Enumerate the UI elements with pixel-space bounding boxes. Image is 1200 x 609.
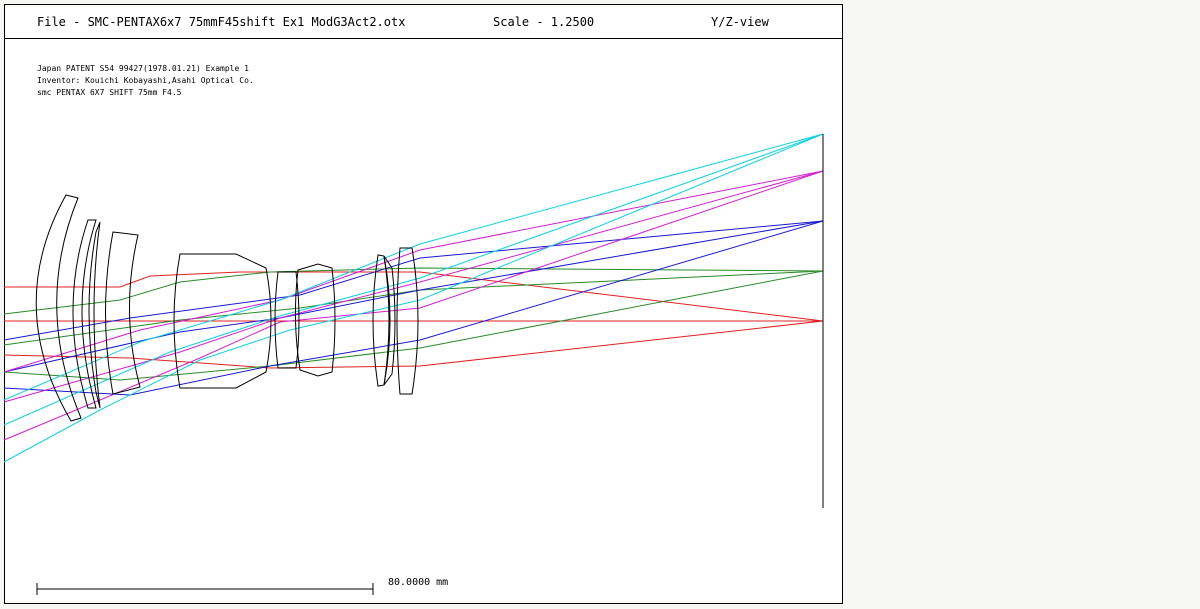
lens-element-4 (105, 231, 141, 395)
lens-element-2 (72, 219, 97, 409)
ray-field-4-2 (3, 170, 824, 403)
lens-element-1 (35, 194, 82, 422)
ray-field-3-2 (3, 220, 824, 373)
ray-field-3-1 (3, 220, 824, 341)
optical-layout-diagram (3, 133, 824, 595)
scale-bar-label: 80.0000 mm (388, 577, 449, 588)
ray-field-5-1 (3, 133, 824, 401)
scale-bar (36, 583, 374, 595)
ray-field-4-3 (3, 170, 824, 441)
lens-element-3 (88, 221, 101, 409)
ray-bundles (3, 133, 824, 463)
lens-elements (35, 194, 419, 422)
ray-field-2-3 (3, 270, 824, 381)
